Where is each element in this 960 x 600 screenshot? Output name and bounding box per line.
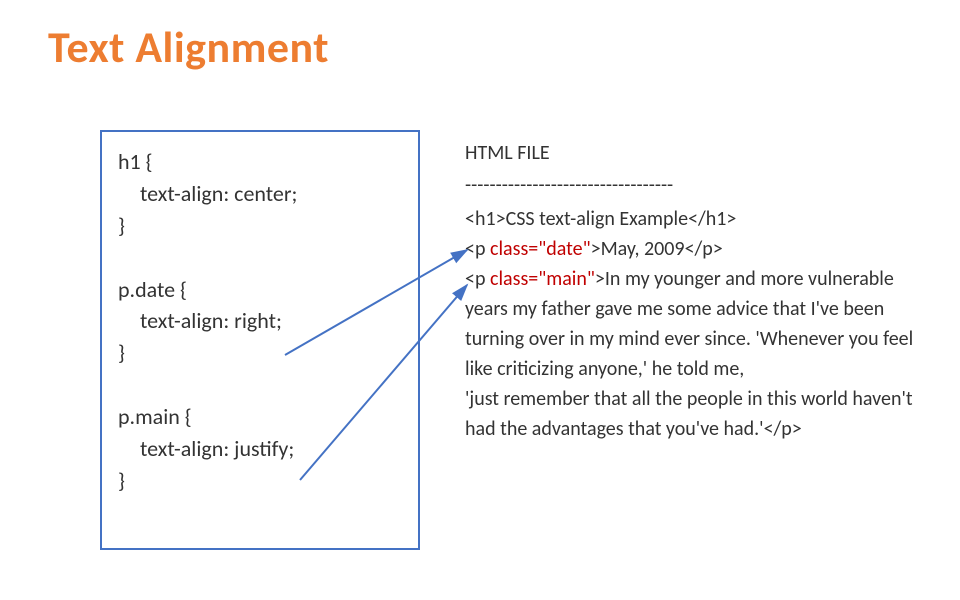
date-class-attr: class="date" (490, 237, 591, 261)
html-file-header: HTML FILE (465, 138, 925, 168)
css-rule2-close: } (118, 339, 125, 366)
css-code-box: h1 { text-align: center; } p.date { text… (100, 130, 420, 550)
main-text-b: 'just remember that all the people in th… (465, 387, 913, 441)
html-file-divider: ---------------------------------- (465, 170, 925, 200)
slide: Text Alignment h1 { text-align: center; … (0, 0, 960, 600)
css-rule1-close: } (118, 212, 125, 239)
html-h1-line: <h1>CSS text-align Example</h1> (465, 204, 925, 234)
css-rule2-selector: p.date { (118, 276, 187, 303)
css-rule2-property: text-align: right; (118, 305, 402, 337)
main-class-attr: class="main" (490, 267, 595, 291)
p-open-end: > (591, 237, 601, 261)
slide-title: Text Alignment (48, 20, 329, 74)
date-text: May, 2009 (601, 237, 685, 261)
html-code-column: HTML FILE ------------------------------… (465, 138, 925, 444)
css-rule3-property: text-align: justify; (118, 433, 402, 465)
p-open-tag: <p (465, 237, 490, 261)
css-rule3-selector: p.main { (118, 403, 192, 430)
h1-open-tag: <h1> (465, 207, 506, 231)
html-main-block: <p class="main">In my younger and more v… (465, 264, 925, 444)
css-rule1-property: text-align: center; (118, 178, 402, 210)
p-close-tag-2: </p> (764, 417, 802, 441)
css-rule1-selector: h1 { (118, 148, 153, 175)
h1-text: CSS text-align Example (506, 207, 689, 231)
html-date-line: <p class="date">May, 2009</p> (465, 234, 925, 264)
p-close-tag: </p> (685, 237, 723, 261)
p-open-end-2: > (595, 267, 605, 291)
p-open-tag-2: <p (465, 267, 490, 291)
h1-close-tag: </h1> (688, 207, 736, 231)
css-rule3-close: } (118, 467, 125, 494)
